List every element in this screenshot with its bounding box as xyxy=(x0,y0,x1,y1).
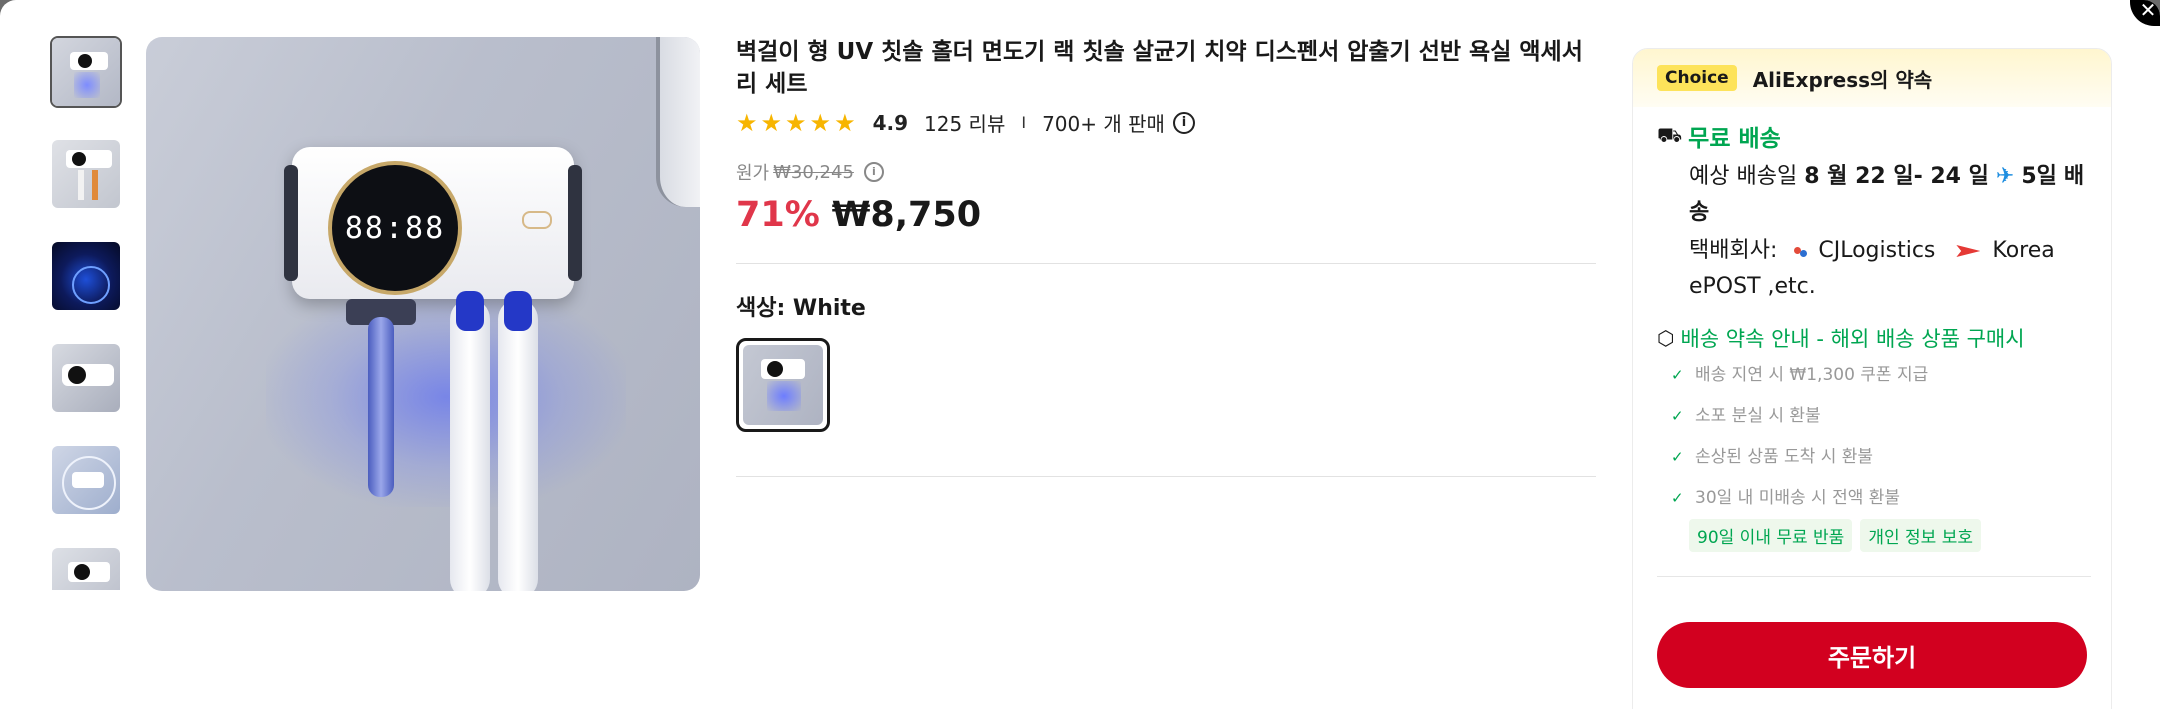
promise-item: 30일 내 미배송 시 전액 환불 xyxy=(1671,486,2111,527)
separator: I xyxy=(1021,113,1027,132)
thumbnail-3[interactable] xyxy=(50,240,122,312)
promise-item: 손상된 상품 도착 시 환불 xyxy=(1671,445,2111,486)
close-button[interactable]: ✕ xyxy=(2130,0,2160,26)
delivery-days: 5일 xyxy=(2021,164,2057,189)
cube-icon: ⬡ xyxy=(1657,326,1675,350)
close-icon[interactable]: ✕ xyxy=(2130,0,2160,20)
uv-light-glow xyxy=(266,287,626,507)
choice-text: AliExpress의 약속 xyxy=(1752,67,1933,92)
plane-icon: ✈ xyxy=(1995,164,2015,189)
divider xyxy=(1657,576,2091,577)
promise-list: 배송 지연 시 ₩1,300 쿠폰 지급 소포 분실 시 환불 손상된 상품 도… xyxy=(1671,363,2111,527)
product-info: 벽걸이 형 UV 칫솔 홀더 면도기 랙 칫솔 살균기 치약 디스펜서 압출기 … xyxy=(736,36,1596,477)
sold-count: 700+ 개 판매 xyxy=(1042,112,1165,136)
delivery-estimate: 예상 배송일 8 월 22 일- 24 일 ✈ 5일 배송 xyxy=(1689,164,2085,225)
price-info-icon[interactable]: i xyxy=(863,162,884,182)
free-shipping-title: 무료 배송 xyxy=(1688,126,1781,152)
carrier-cj: CJLogistics xyxy=(1818,238,1936,263)
thumbnail-6[interactable] xyxy=(50,546,122,590)
mirror-edge xyxy=(656,37,700,207)
promise-item: 배송 지연 시 ₩1,300 쿠폰 지급 xyxy=(1671,363,2111,404)
korea-post-icon xyxy=(1956,245,1981,257)
thumbnail-2[interactable] xyxy=(50,138,122,210)
discount-percent: 71% xyxy=(736,195,820,235)
truck-icon: ⛟ xyxy=(1657,122,1683,147)
delivery-dates: 8 월 22 일- 24 일 xyxy=(1804,164,1989,189)
promise-title[interactable]: 배송 약속 안내 - 해외 배송 상품 구매시 xyxy=(1680,323,2024,353)
toothbrush-right xyxy=(498,291,538,591)
thumbnail-4[interactable] xyxy=(50,342,122,414)
main-product-image[interactable]: 88:88 xyxy=(146,37,700,591)
clock-display: 88:88 xyxy=(328,161,462,295)
divider xyxy=(736,476,1596,477)
choice-bar: Choice AliExpress의 약속 xyxy=(1633,49,2111,107)
divider xyxy=(736,263,1596,264)
thumbnail-1[interactable] xyxy=(50,36,122,108)
cj-logo-icon xyxy=(1794,244,1808,258)
rating-stars: ★★★★★ xyxy=(736,108,859,137)
purchase-panel: Choice AliExpress의 약속 ⛟ 무료 배송 예상 배송일 8 월… xyxy=(1632,48,2112,709)
product-title: 벽걸이 형 UV 칫솔 홀더 면도기 랙 칫솔 살균기 치약 디스펜서 압출기 … xyxy=(736,39,1583,97)
info-icon[interactable]: i xyxy=(1172,111,1195,134)
product-modal: ✕ 88:88 벽걸이 형 UV 칫솔 홀더 면도기 랙 칫솔 살균기 치약 디… xyxy=(0,0,2160,709)
sale-price: ₩8,750 xyxy=(831,195,982,235)
color-label: 색상: White xyxy=(736,296,866,321)
shipping-details: 예상 배송일 8 월 22 일- 24 일 ✈ 5일 배송 택배회사: CJLo… xyxy=(1689,159,2091,305)
promise-header[interactable]: ⬡ 배송 약속 안내 - 해외 배송 상품 구매시 xyxy=(1657,323,2111,353)
thumbnail-strip[interactable] xyxy=(50,36,126,590)
color-swatch-white[interactable] xyxy=(736,338,830,432)
price-row: 71% ₩8,750 xyxy=(736,195,1596,235)
original-price-label: 원가 xyxy=(736,163,770,184)
razor xyxy=(368,317,394,497)
order-button[interactable]: 주문하기 xyxy=(1657,622,2087,688)
rating-value: 4.9 xyxy=(872,110,909,135)
toothbrush-left xyxy=(450,291,490,591)
choice-badge: Choice xyxy=(1657,65,1737,91)
promise-item: 소포 분실 시 환불 xyxy=(1671,404,2111,445)
original-price: ₩30,245 xyxy=(773,161,854,183)
original-price-row: 원가 ₩30,245 i xyxy=(736,159,1596,185)
carrier-line: 택배회사: CJLogistics Korea ePOST ,etc. xyxy=(1689,238,2055,299)
sterilizer-device: 88:88 xyxy=(284,147,582,299)
review-count-link[interactable]: 125 리뷰 xyxy=(924,108,1005,137)
shipping-header: ⛟ 무료 배송 xyxy=(1657,119,2111,153)
rating-row: ★★★★★ 4.9 125 리뷰 I 700+ 개 판매 i xyxy=(736,108,1596,137)
thumbnail-5[interactable] xyxy=(50,444,122,516)
